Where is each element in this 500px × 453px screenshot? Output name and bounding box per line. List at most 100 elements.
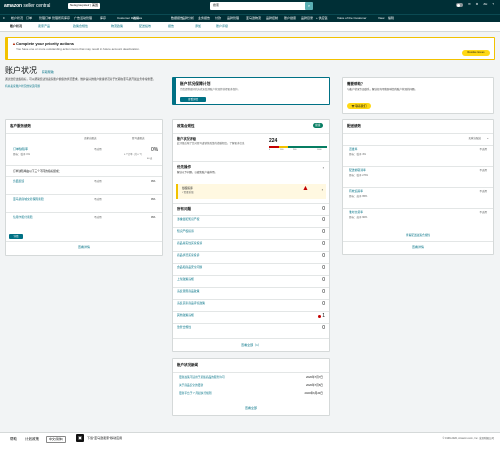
app-icon: ▣	[76, 434, 84, 442]
nav-item[interactable]: 品牌管理	[227, 16, 239, 21]
shipping-item-target: 目标：低于 4%	[349, 153, 366, 156]
alert-desc: You have one or more outstanding action …	[16, 47, 140, 51]
news-item-label[interactable]: 更新政策不适用于某些商品的服务许可	[179, 376, 225, 379]
nav-item[interactable]: 发货	[133, 16, 139, 21]
tab-6[interactable]: 报告	[168, 24, 174, 29]
cs-item-label[interactable]: 信用卡拒付索赔	[13, 215, 33, 219]
news-item-date: 2020年6月20日	[304, 392, 323, 395]
shipping-item-label[interactable]: 有效追踪率	[349, 189, 363, 193]
nav-item[interactable]: 订单	[26, 16, 32, 21]
cs-view-link[interactable]: 查看详情	[6, 245, 162, 250]
news-view-link[interactable]: 查看全部	[173, 406, 329, 411]
policy-issue-value: 0	[322, 301, 325, 307]
nav-item[interactable]: 品牌控制	[266, 16, 278, 21]
ahr-bar-red	[269, 146, 279, 148]
policy-view-link[interactable]: 查看全部（1）	[173, 343, 329, 348]
nav-item[interactable]: 管理所有库存	[52, 16, 70, 21]
footer-guide[interactable]: 计划政策	[25, 437, 39, 441]
shipping-item-value: 不适用	[479, 148, 487, 151]
policy-issue-label[interactable]: 涉嫌侵犯知识产权	[177, 217, 199, 221]
shipping-item-label[interactable]: 迟发率	[349, 147, 357, 151]
amazon-logo[interactable]: amazon seller central	[4, 3, 50, 9]
cs-item-v1: 不适用	[94, 180, 102, 183]
news-item-label[interactable]: 关于商品安全的更新	[179, 384, 203, 387]
shipping-item-label[interactable]: 准时交货率	[349, 210, 363, 214]
search-button[interactable]: ⌕	[305, 2, 313, 10]
nav-item[interactable]: 帐户状况	[11, 16, 23, 21]
tab-4[interactable]: 物流政策	[111, 24, 123, 29]
footer-language[interactable]: 中文(简体)	[46, 436, 66, 443]
main-nav: ≡ 帐户状况 订单 管理订单 管理所有库存 广告活动管理 库存 Customer Review…	[0, 14, 500, 22]
resolve-issues-button[interactable]: Resolve Issues	[462, 50, 490, 56]
nav-item[interactable]: 编辑	[388, 16, 394, 21]
nav-item[interactable]: 管理订单	[39, 16, 51, 21]
cs-item-label[interactable]: 亚马逊商城交易保障索赔	[13, 197, 44, 201]
health-plan-link[interactable]: 查看详情	[180, 97, 206, 102]
help-link[interactable]: 获取帮助	[42, 70, 54, 74]
tab-1[interactable]: 账户状况	[10, 24, 22, 29]
shipping-col1: 卖家自配送	[468, 137, 481, 140]
policy-issue-value: 0	[322, 325, 325, 331]
cs-item-v2: 0%	[151, 197, 156, 201]
cs-details-button[interactable]: 详情	[9, 234, 23, 239]
policy-issue-label[interactable]: 违反受限商品政策	[177, 289, 199, 293]
divider	[173, 161, 329, 162]
policy-issue-label[interactable]: 上架政策违规	[177, 277, 194, 281]
nav-item[interactable]: 广告活动管理	[74, 16, 92, 21]
nav-item[interactable]: View	[378, 16, 384, 21]
ahr-block: 账户状况评级 此评级反映了您对亚马逊销售政策的遵循程度。了解更多信息	[177, 137, 263, 145]
policy-issue-value: 0	[322, 289, 325, 295]
cs-item-label[interactable]: 负面反馈	[13, 179, 24, 183]
nav-item[interactable]: + 供应链	[316, 16, 328, 21]
page-header: 账户状况 获取帮助 通过监控这些指标，可以帮助您达到卖家账户健康的状况要求。维护…	[5, 66, 165, 89]
cs-title: 客户服务绩效	[10, 124, 31, 128]
news-item-label[interactable]: 更新平台于 7 月起执行规则	[179, 392, 212, 395]
footer-app[interactable]: 下载"亚马逊卖家"移动应用	[87, 436, 122, 441]
faq-link[interactable]: 有关卖家账户状况的常见问题	[5, 85, 165, 88]
nav-item[interactable]: Voice of the Customer	[337, 16, 367, 21]
policy-issue-label[interactable]: 商品真实性买家投诉	[177, 241, 202, 245]
toggle-switch[interactable]	[456, 3, 464, 7]
mail-icon[interactable]: ✉	[468, 2, 471, 7]
gear-icon[interactable]: ⚙	[476, 2, 479, 7]
contact-us-button[interactable]: ☎ 联系我们	[347, 103, 371, 109]
policy-issue-value: 0	[322, 217, 325, 223]
policy-issue-label[interactable]: 其他政策违规	[177, 313, 194, 317]
shipping-card: 配送绩效 卖家自配送 ⌄ 查看配送政策合规性 查看详情 迟发率 目标：低于 4% 不…	[342, 119, 494, 255]
policy-issue-label[interactable]: 监管合规性	[177, 325, 191, 329]
nav-item[interactable]: 亚马逊物流	[246, 16, 261, 21]
search-input[interactable]: 搜索	[210, 2, 312, 10]
shipping-view-link[interactable]: 查看详情	[343, 245, 493, 250]
nav-item[interactable]: 账户健康	[284, 16, 296, 21]
tab-2[interactable]: 卖家产品	[38, 24, 50, 29]
policy-issue-label[interactable]: 知识产权投诉	[177, 229, 194, 233]
tab-5[interactable]: 配送绩效	[139, 24, 151, 29]
nav-item[interactable]: 业务报告	[198, 16, 210, 21]
help-icon[interactable]: ?	[492, 2, 494, 7]
divider	[6, 194, 162, 195]
tab-7[interactable]: 添加	[195, 24, 201, 29]
ahr-scale-tick: 200	[293, 149, 297, 151]
shipping-item-label[interactable]: 配送前取消率	[349, 168, 366, 172]
footer-help[interactable]: 帮助	[10, 437, 17, 441]
policy-issue-label[interactable]: 违反买家商品评论政策	[177, 301, 205, 305]
tab-8[interactable]: 账户评级	[216, 24, 228, 29]
policy-issue-label[interactable]: 商品状况买家投诉	[177, 253, 199, 257]
shipping-policy-link[interactable]: 查看配送政策合规性	[343, 234, 493, 237]
ahr-desc: 此评级反映了您对亚马逊销售政策的遵循程度。了解更多信息	[177, 142, 245, 145]
nav-item[interactable]: 品牌目录	[301, 16, 313, 21]
tab-3[interactable]: 政策合规性	[73, 24, 88, 29]
nav-item[interactable]: 品牌分析	[182, 16, 194, 21]
chevron-down-icon[interactable]: ⌄	[486, 136, 489, 141]
language-selector[interactable]: ZH	[483, 2, 487, 7]
divider	[173, 311, 329, 312]
chevron-right-icon[interactable]: ›	[323, 165, 324, 170]
priority-item[interactable]: 侵权投诉 • 需要采取 ▲ ›	[176, 184, 326, 199]
cs-metric-link[interactable]: 订单缺陷率	[13, 147, 28, 152]
ahr-title: 账户状况评级	[177, 137, 197, 141]
store-selector[interactable]: Netsgroupsteir | 美国	[68, 3, 100, 9]
nav-item[interactable]: 付款	[215, 16, 221, 21]
policy-issue-label[interactable]: 食品和商品安全问题	[177, 265, 202, 269]
nav-item[interactable]: ≡	[3, 16, 5, 21]
nav-item[interactable]: 库存	[100, 16, 106, 21]
